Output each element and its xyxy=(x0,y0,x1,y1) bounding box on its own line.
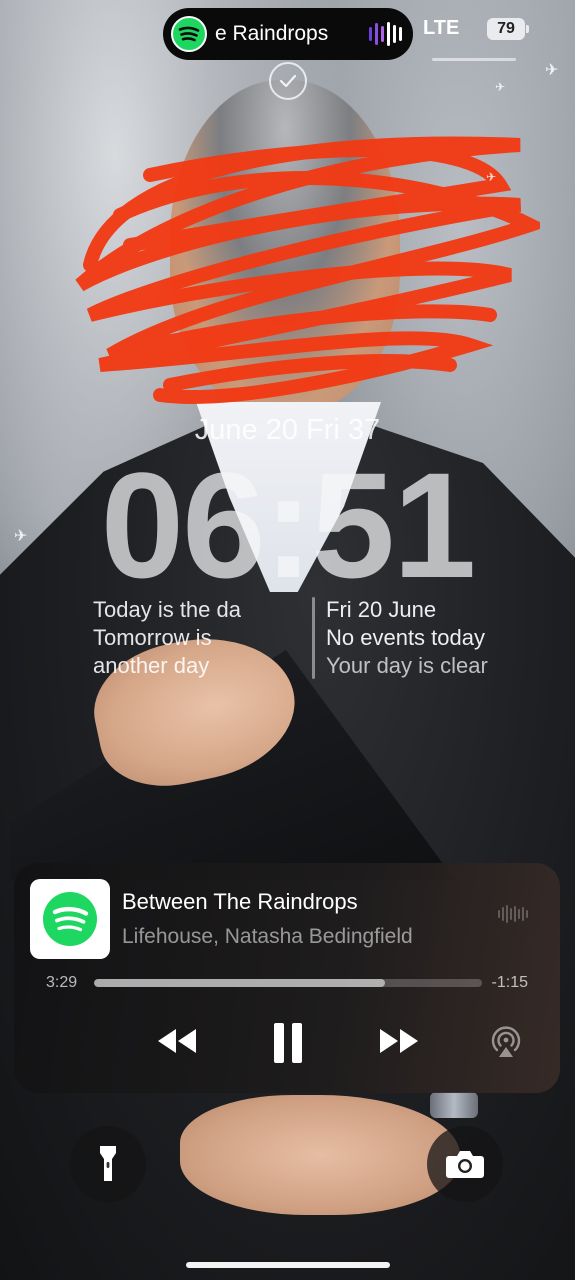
wave-bar xyxy=(375,23,378,45)
wave-bar xyxy=(369,27,372,41)
pause-button[interactable] xyxy=(268,1021,308,1065)
audio-wave-icon xyxy=(369,22,402,46)
playback-scrubber[interactable] xyxy=(94,979,482,987)
network-type: LTE xyxy=(423,17,460,39)
wallpaper-hand-bottom xyxy=(180,1095,460,1215)
music-player-card[interactable]: Between The Raindrops Lifehouse, Natasha… xyxy=(14,863,560,1093)
calendar-note: Your day is clear xyxy=(326,653,488,678)
calendar-events: No events today xyxy=(326,625,485,650)
status-indicator-line xyxy=(432,58,516,61)
bird-icon: ✈ xyxy=(545,62,559,79)
wave-bar xyxy=(387,22,390,46)
quote-line-3: another day xyxy=(93,653,210,678)
wave-bar xyxy=(518,909,520,919)
bird-icon: ✈ xyxy=(495,80,506,94)
wave-bar xyxy=(514,906,516,922)
spotify-icon xyxy=(171,16,207,52)
spotify-icon[interactable] xyxy=(30,879,110,959)
fast-forward-icon xyxy=(380,1029,418,1053)
playback-progress xyxy=(94,979,385,987)
track-title: Between The Raindrops xyxy=(122,889,358,914)
bird-icon: ✈ xyxy=(486,170,497,184)
now-playing-title: e Raindrops xyxy=(215,22,329,45)
wave-bar xyxy=(502,907,504,921)
lockscreen-clock: 06:51 xyxy=(100,441,477,609)
fast-forward-button[interactable] xyxy=(374,1021,424,1061)
airplay-icon xyxy=(491,1026,521,1057)
wave-bar xyxy=(381,26,384,42)
wallpaper-watch xyxy=(430,1092,478,1118)
redaction-scribble xyxy=(75,136,540,404)
wave-bar xyxy=(506,905,508,923)
wave-bar xyxy=(510,908,512,920)
wave-bar xyxy=(393,25,396,43)
time-remaining: -1:15 xyxy=(491,974,528,991)
wave-bar xyxy=(526,910,528,918)
widget-divider xyxy=(312,597,315,679)
pause-icon xyxy=(274,1023,302,1063)
calendar-date: Fri 20 June xyxy=(326,597,437,622)
time-elapsed: 3:29 xyxy=(46,974,78,991)
track-artist: Lifehouse, Natasha Bedingfield xyxy=(122,925,413,948)
checkmark-icon[interactable] xyxy=(269,62,307,100)
wave-bar xyxy=(399,27,402,41)
flashlight-button[interactable] xyxy=(70,1126,146,1202)
camera-icon xyxy=(446,1151,484,1178)
airplay-button[interactable] xyxy=(486,1021,526,1061)
audio-wave-icon xyxy=(498,905,528,923)
rewind-button[interactable] xyxy=(152,1021,202,1061)
calendar-widget[interactable]: Fri 20 June No events today Your day is … xyxy=(326,596,488,680)
camera-button[interactable] xyxy=(427,1126,503,1202)
battery-level: 79 xyxy=(487,18,529,40)
quote-line-2: Tomorrow is xyxy=(93,625,212,650)
wave-bar xyxy=(498,910,500,918)
home-indicator[interactable] xyxy=(186,1262,390,1268)
wave-bar xyxy=(522,907,524,921)
quote-line-1: Today is the da xyxy=(93,597,241,622)
dynamic-island-now-playing[interactable]: e Raindrops xyxy=(163,8,413,60)
flashlight-icon xyxy=(100,1146,116,1181)
rewind-icon xyxy=(158,1029,196,1053)
quote-widget: Today is the da Tomorrow is another day xyxy=(93,596,241,680)
